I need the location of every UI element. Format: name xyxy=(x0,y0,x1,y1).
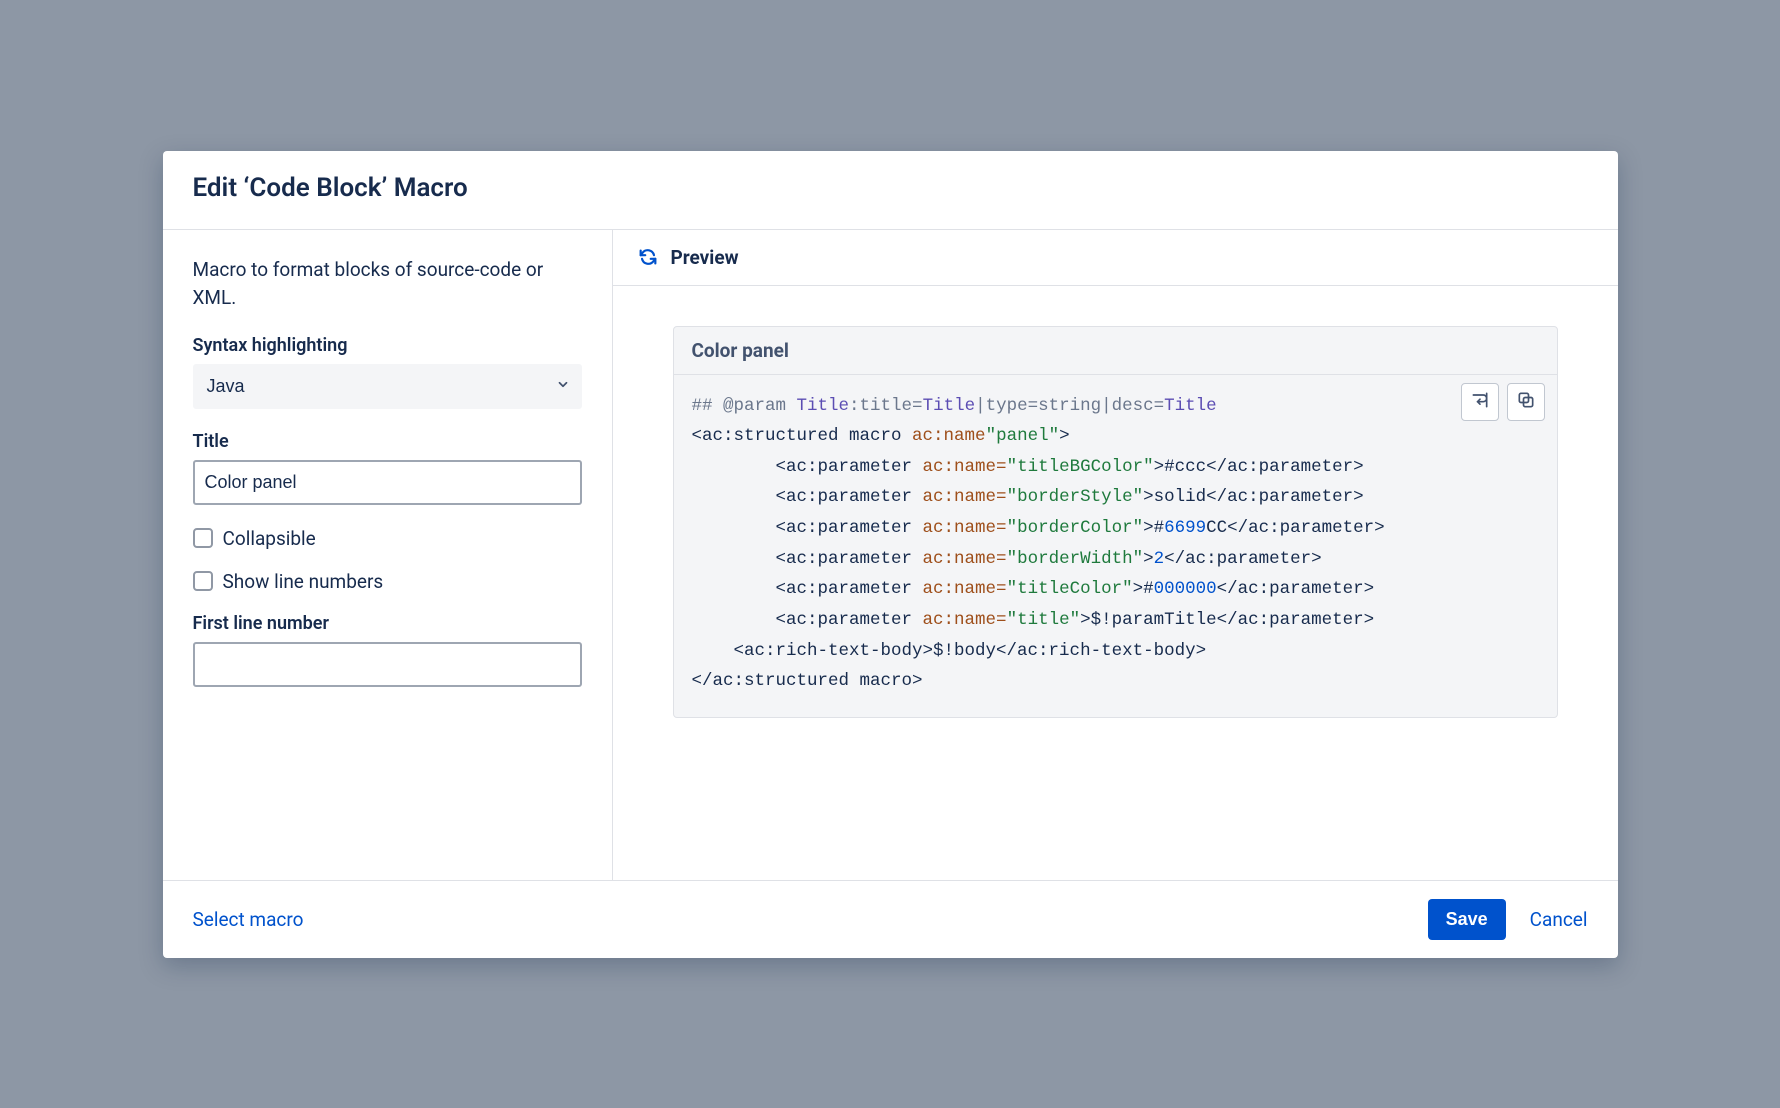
code-block: Color panel ## @param Title:title=Title|… xyxy=(673,326,1558,718)
wrap-icon xyxy=(1470,390,1490,414)
title-field: Title xyxy=(193,431,582,505)
collapsible-row[interactable]: Collapsible xyxy=(193,527,582,550)
collapsible-checkbox[interactable] xyxy=(193,528,213,548)
code-block-content: ## @param Title:title=Title|type=string|… xyxy=(674,375,1557,717)
copy-button[interactable] xyxy=(1507,383,1545,421)
show-line-numbers-label: Show line numbers xyxy=(223,570,384,593)
select-macro-link[interactable]: Select macro xyxy=(193,908,304,931)
refresh-icon xyxy=(637,246,659,268)
wrap-lines-button[interactable] xyxy=(1461,383,1499,421)
code-block-actions xyxy=(1461,383,1545,421)
dialog-title: Edit ‘Code Block’ Macro xyxy=(193,173,1588,203)
preview-header: Preview xyxy=(613,230,1618,286)
code-block-title: Color panel xyxy=(674,327,1557,375)
copy-icon xyxy=(1516,390,1536,414)
syntax-highlighting-field: Syntax highlighting Java xyxy=(193,335,582,409)
collapsible-label: Collapsible xyxy=(223,527,316,550)
dialog-body: Macro to format blocks of source-code or… xyxy=(163,230,1618,880)
cancel-button[interactable]: Cancel xyxy=(1530,908,1588,931)
syntax-highlighting-select[interactable]: Java xyxy=(193,364,582,409)
preview-body: Color panel ## @param Title:title=Title|… xyxy=(613,286,1618,758)
macro-edit-dialog: Edit ‘Code Block’ Macro Macro to format … xyxy=(163,151,1618,958)
first-line-number-field: First line number xyxy=(193,613,582,687)
dialog-header: Edit ‘Code Block’ Macro xyxy=(163,151,1618,230)
preview-title: Preview xyxy=(671,246,739,269)
show-line-numbers-row[interactable]: Show line numbers xyxy=(193,570,582,593)
dialog-footer: Select macro Save Cancel xyxy=(163,880,1618,958)
preview-panel: Preview Color panel ## @param Title:titl… xyxy=(613,230,1618,880)
show-line-numbers-checkbox[interactable] xyxy=(193,571,213,591)
syntax-highlighting-label: Syntax highlighting xyxy=(193,335,582,356)
macro-description: Macro to format blocks of source-code or… xyxy=(193,256,582,313)
footer-actions: Save Cancel xyxy=(1428,899,1588,940)
syntax-highlighting-value: Java xyxy=(207,376,245,396)
first-line-number-input[interactable] xyxy=(193,642,582,687)
title-label: Title xyxy=(193,431,582,452)
form-panel: Macro to format blocks of source-code or… xyxy=(163,230,613,880)
title-input[interactable] xyxy=(193,460,582,505)
first-line-number-label: First line number xyxy=(193,613,582,634)
save-button[interactable]: Save xyxy=(1428,899,1506,940)
syntax-highlighting-select-wrap: Java xyxy=(193,364,582,409)
